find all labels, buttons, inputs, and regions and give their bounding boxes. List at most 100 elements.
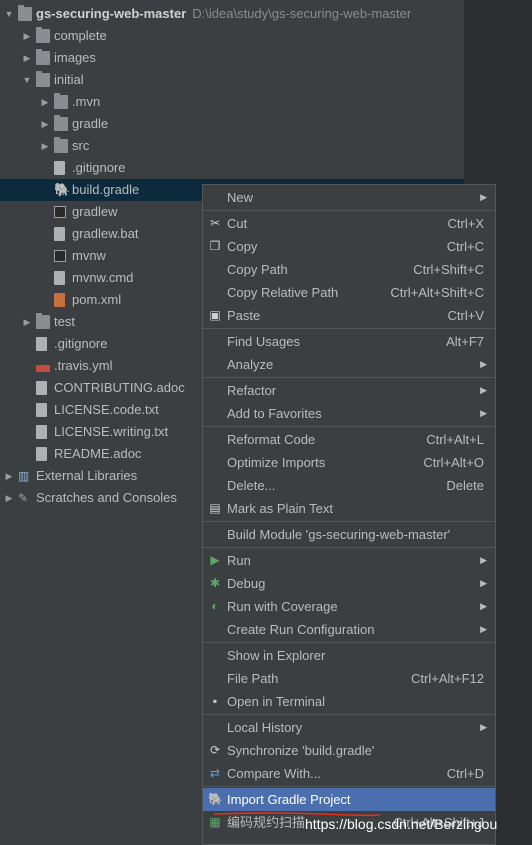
menu-item-17[interactable]: ◐ Run with Coverage ▶: [203, 595, 495, 618]
folder-icon: [36, 313, 50, 329]
collapsed-arrow-icon[interactable]: ▶: [40, 135, 50, 157]
tree-row[interactable]: ▼ initial: [0, 69, 464, 91]
menu-separator: [203, 642, 495, 643]
menu-item-label: Compare With...: [227, 766, 321, 781]
menu-item-24[interactable]: ⇄ Compare With... Ctrl+D: [203, 762, 495, 785]
tree-item-text: build.gradle: [72, 182, 140, 197]
terminal-file-icon: [54, 206, 66, 218]
menu-item-shortcut: Ctrl+V: [447, 308, 484, 323]
tree-item-text: images: [54, 50, 96, 65]
menu-item-0[interactable]: New ▶: [203, 186, 495, 209]
collapsed-arrow-icon[interactable]: ▶: [4, 487, 14, 509]
collapsed-arrow-icon[interactable]: ▶: [22, 311, 32, 333]
menu-item-label: Run with Coverage: [227, 599, 338, 614]
menu-item-9[interactable]: Add to Favorites ▶: [203, 402, 495, 425]
tree-item-text: complete: [54, 28, 107, 43]
collapsed-arrow-icon[interactable]: ▶: [22, 47, 32, 69]
menu-item-3[interactable]: Copy Path Ctrl+Shift+C: [203, 258, 495, 281]
menu-item-shortcut: Ctrl+Alt+L: [426, 432, 484, 447]
menu-item-8[interactable]: Refactor ▶: [203, 379, 495, 402]
menu-item-11[interactable]: Optimize Imports Ctrl+Alt+O: [203, 451, 495, 474]
menu-separator: [203, 377, 495, 378]
menu-item-21[interactable]: ▪ Open in Terminal: [203, 690, 495, 713]
menu-item-15[interactable]: ▶ Run ▶: [203, 549, 495, 572]
yml-file-icon: [36, 365, 50, 372]
menu-item-18[interactable]: Create Run Configuration ▶: [203, 618, 495, 641]
menu-item-5[interactable]: ▣ Paste Ctrl+V: [203, 304, 495, 327]
tree-item-label: .gitignore: [54, 333, 107, 355]
menu-item-shortcut: Ctrl+D: [446, 766, 484, 781]
tree-item-label: complete: [54, 25, 107, 47]
tree-item-label: test: [54, 311, 75, 333]
menu-item-shortcut: Ctrl+X: [447, 216, 484, 231]
compare-icon: ⇄: [209, 766, 221, 780]
menu-item-label: Analyze: [227, 357, 274, 372]
menu-item-13[interactable]: ▤ Mark as Plain Text: [203, 497, 495, 520]
menu-item-16[interactable]: ✱ Debug ▶: [203, 572, 495, 595]
tree-row[interactable]: .gitignore: [0, 157, 464, 179]
maven-file-icon: [54, 293, 65, 307]
tree-row[interactable]: ▶ src: [0, 135, 464, 157]
tree-row[interactable]: ▼ gs-securing-web-master D:\idea\study\gs-…: [0, 3, 464, 25]
collapsed-arrow-icon[interactable]: ▶: [40, 91, 50, 113]
folder-icon: [54, 115, 68, 131]
gitignore-file-icon: [36, 337, 47, 351]
menu-item-25[interactable]: 🐘 Import Gradle Project: [203, 788, 495, 811]
menu-item-6[interactable]: Find Usages Alt+F7: [203, 330, 495, 353]
menu-item-4[interactable]: Copy Relative Path Ctrl+Alt+Shift+C: [203, 281, 495, 304]
menu-item-label: Refactor: [227, 383, 277, 398]
menu-item-22[interactable]: Local History ▶: [203, 716, 495, 739]
tree-item-label: gradlew.bat: [72, 223, 139, 245]
tree-item-label: images: [54, 47, 96, 69]
tree-item-label: CONTRIBUTING.adoc: [54, 377, 185, 399]
tree-item-label: External Libraries: [36, 465, 137, 487]
tree-item-text: .travis.yml: [54, 358, 113, 373]
tree-item-label: .gitignore: [72, 157, 125, 179]
expanded-arrow-icon[interactable]: ▼: [22, 69, 32, 91]
tree-item-label: gradle: [72, 113, 108, 135]
menu-item-14[interactable]: Build Module 'gs-securing-web-master': [203, 523, 495, 546]
menu-item-label: Build Module 'gs-securing-web-master': [227, 527, 451, 542]
tree-item-text: .gitignore: [72, 160, 126, 175]
tree-item-label: build.gradle: [72, 179, 139, 201]
menu-item-1[interactable]: ✂ Cut Ctrl+X: [203, 212, 495, 235]
text-file-icon: [54, 227, 65, 241]
tree-item-text: CONTRIBUTING.adoc: [54, 380, 185, 395]
menu-item-label: Cut: [227, 216, 248, 231]
tree-row[interactable]: ▶ images: [0, 47, 464, 69]
menu-separator: [203, 210, 495, 211]
tree-item-text: mvnw: [72, 248, 106, 263]
tree-item-label: gradlew: [72, 201, 118, 223]
tree-row[interactable]: ▶ complete: [0, 25, 464, 47]
tree-row[interactable]: ▶ .mvn: [0, 91, 464, 113]
tree-item-label: mvnw.cmd: [72, 267, 133, 289]
tree-item-label: .mvn: [72, 91, 100, 113]
tree-item-text: gs-securing-web-master: [36, 6, 187, 21]
collapsed-arrow-icon[interactable]: ▶: [4, 465, 14, 487]
menu-item-23[interactable]: ⟳ Synchronize 'build.gradle': [203, 739, 495, 762]
tree-item-text: LICENSE.writing.txt: [54, 424, 169, 439]
submenu-arrow-icon: ▶: [480, 385, 487, 395]
sync-icon: ⟳: [209, 743, 221, 757]
debug-icon: ✱: [209, 576, 221, 590]
collapsed-arrow-icon[interactable]: ▶: [40, 113, 50, 135]
scratches-icon: ✎: [18, 491, 29, 505]
tree-item-text: gradlew.bat: [72, 226, 139, 241]
menu-item-7[interactable]: Analyze ▶: [203, 353, 495, 376]
menu-separator: [203, 547, 495, 548]
submenu-arrow-icon: ▶: [480, 624, 487, 634]
menu-item-shortcut: Delete: [446, 478, 484, 493]
tree-item-label: gs-securing-web-master D:\idea\study\gs-s…: [36, 3, 411, 25]
tree-row[interactable]: ▶ gradle: [0, 113, 464, 135]
collapsed-arrow-icon[interactable]: ▶: [22, 25, 32, 47]
menu-item-12[interactable]: Delete... Delete: [203, 474, 495, 497]
menu-item-10[interactable]: Reformat Code Ctrl+Alt+L: [203, 428, 495, 451]
menu-item-20[interactable]: File Path Ctrl+Alt+F12: [203, 667, 495, 690]
tree-item-text: Scratches and Consoles: [36, 490, 177, 505]
menu-item-2[interactable]: ❐ Copy Ctrl+C: [203, 235, 495, 258]
tree-item-label: LICENSE.writing.txt: [54, 421, 168, 443]
expanded-arrow-icon[interactable]: ▼: [4, 3, 14, 25]
menu-item-19[interactable]: Show in Explorer: [203, 644, 495, 667]
folder-icon: [54, 137, 68, 153]
tree-item-text: gradle: [72, 116, 109, 131]
